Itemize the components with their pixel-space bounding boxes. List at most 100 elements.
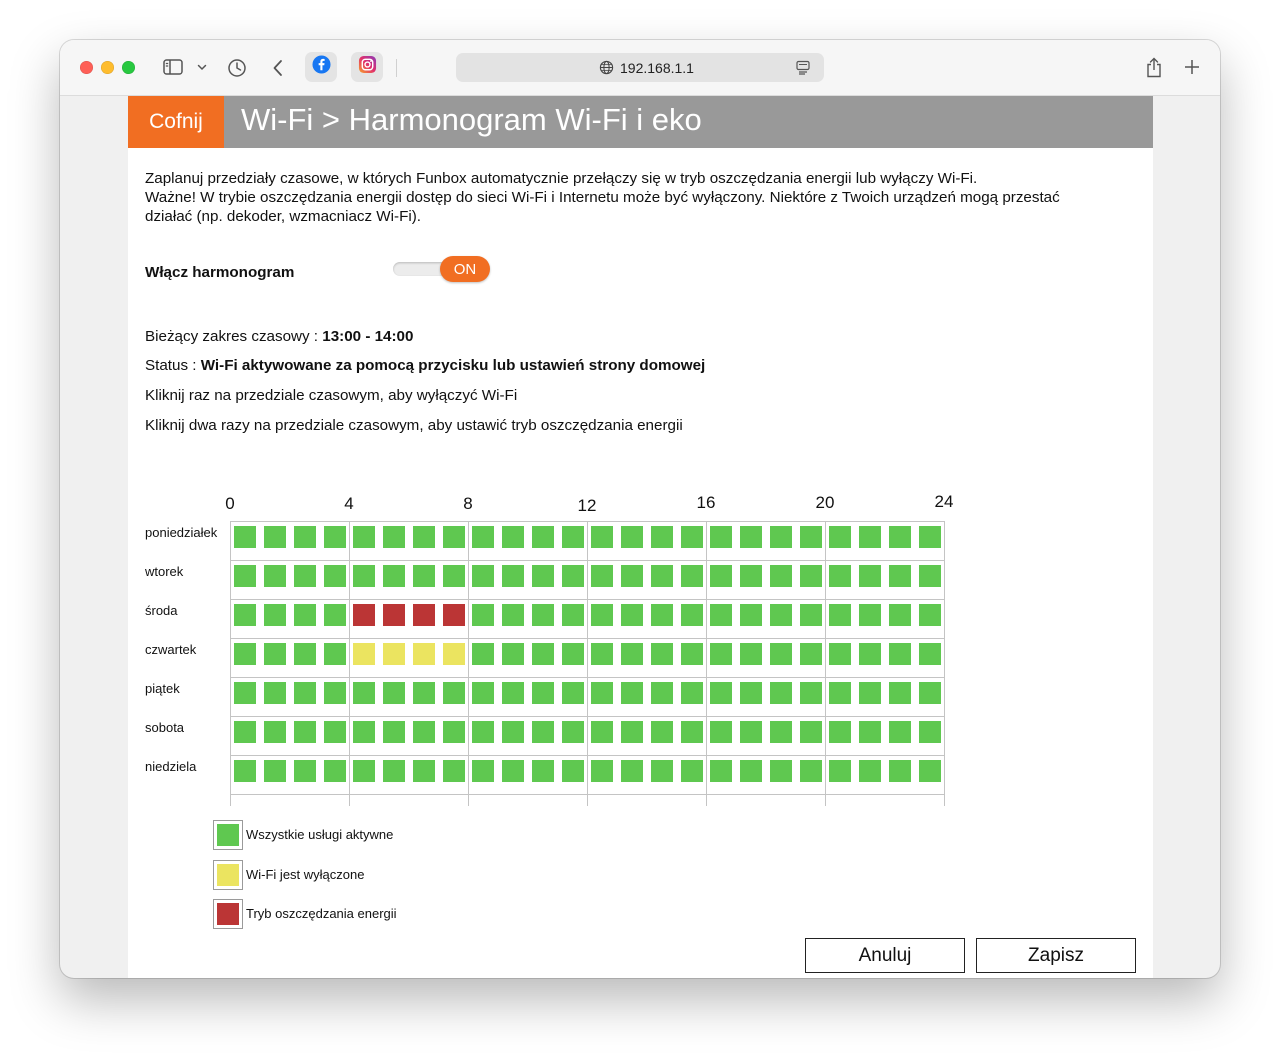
- time-slot[interactable]: [502, 721, 525, 743]
- time-slot[interactable]: [769, 604, 792, 626]
- time-slot[interactable]: [323, 682, 346, 704]
- time-slot[interactable]: [769, 565, 792, 587]
- time-slot[interactable]: [680, 643, 703, 665]
- address-bar[interactable]: 192.168.1.1: [456, 53, 824, 82]
- time-slot[interactable]: [264, 643, 287, 665]
- time-slot[interactable]: [353, 526, 376, 548]
- time-slot[interactable]: [323, 643, 346, 665]
- time-slot[interactable]: [621, 526, 644, 548]
- time-slot[interactable]: [591, 721, 614, 743]
- time-slot[interactable]: [591, 565, 614, 587]
- time-slot[interactable]: [442, 721, 465, 743]
- time-slot[interactable]: [353, 721, 376, 743]
- close-window-button[interactable]: [80, 61, 93, 74]
- time-slot[interactable]: [829, 721, 852, 743]
- time-slot[interactable]: [531, 526, 554, 548]
- time-slot[interactable]: [799, 721, 822, 743]
- time-slot[interactable]: [680, 760, 703, 782]
- time-slot[interactable]: [561, 760, 584, 782]
- minimize-window-button[interactable]: [101, 61, 114, 74]
- time-slot[interactable]: [680, 526, 703, 548]
- time-slot[interactable]: [472, 643, 495, 665]
- time-slot[interactable]: [442, 604, 465, 626]
- time-slot[interactable]: [918, 760, 941, 782]
- instagram-favorite[interactable]: [351, 52, 383, 82]
- time-slot[interactable]: [769, 721, 792, 743]
- time-slot[interactable]: [710, 682, 733, 704]
- time-slot[interactable]: [829, 604, 852, 626]
- time-slot[interactable]: [710, 643, 733, 665]
- schedule-toggle[interactable]: ON: [393, 256, 491, 282]
- time-slot[interactable]: [264, 604, 287, 626]
- time-slot[interactable]: [234, 604, 257, 626]
- time-slot[interactable]: [888, 643, 911, 665]
- time-slot[interactable]: [829, 643, 852, 665]
- time-slot[interactable]: [680, 604, 703, 626]
- time-slot[interactable]: [888, 604, 911, 626]
- time-slot[interactable]: [561, 643, 584, 665]
- time-slot[interactable]: [710, 760, 733, 782]
- time-slot[interactable]: [859, 565, 882, 587]
- time-slot[interactable]: [502, 604, 525, 626]
- time-slot[interactable]: [799, 604, 822, 626]
- time-slot[interactable]: [769, 526, 792, 548]
- time-slot[interactable]: [740, 643, 763, 665]
- time-slot[interactable]: [799, 643, 822, 665]
- facebook-favorite[interactable]: [305, 52, 337, 82]
- time-slot[interactable]: [412, 526, 435, 548]
- time-slot[interactable]: [740, 682, 763, 704]
- time-slot[interactable]: [353, 682, 376, 704]
- time-slot[interactable]: [740, 526, 763, 548]
- time-slot[interactable]: [710, 526, 733, 548]
- time-slot[interactable]: [293, 643, 316, 665]
- time-slot[interactable]: [502, 526, 525, 548]
- reader-icon[interactable]: [796, 60, 810, 80]
- time-slot[interactable]: [383, 682, 406, 704]
- time-slot[interactable]: [859, 604, 882, 626]
- time-slot[interactable]: [412, 643, 435, 665]
- time-slot[interactable]: [918, 604, 941, 626]
- time-slot[interactable]: [710, 565, 733, 587]
- time-slot[interactable]: [591, 760, 614, 782]
- time-slot[interactable]: [472, 760, 495, 782]
- time-slot[interactable]: [293, 526, 316, 548]
- time-slot[interactable]: [650, 604, 673, 626]
- time-slot[interactable]: [799, 682, 822, 704]
- time-slot[interactable]: [293, 721, 316, 743]
- time-slot[interactable]: [293, 682, 316, 704]
- time-slot[interactable]: [888, 565, 911, 587]
- time-slot[interactable]: [383, 643, 406, 665]
- time-slot[interactable]: [531, 682, 554, 704]
- time-slot[interactable]: [888, 526, 911, 548]
- time-slot[interactable]: [531, 760, 554, 782]
- time-slot[interactable]: [412, 721, 435, 743]
- time-slot[interactable]: [829, 565, 852, 587]
- time-slot[interactable]: [650, 760, 673, 782]
- time-slot[interactable]: [323, 565, 346, 587]
- time-slot[interactable]: [531, 643, 554, 665]
- time-slot[interactable]: [442, 643, 465, 665]
- time-slot[interactable]: [591, 526, 614, 548]
- time-slot[interactable]: [799, 526, 822, 548]
- time-slot[interactable]: [412, 565, 435, 587]
- time-slot[interactable]: [383, 721, 406, 743]
- cancel-button[interactable]: Anuluj: [805, 938, 965, 973]
- time-slot[interactable]: [888, 760, 911, 782]
- time-slot[interactable]: [293, 760, 316, 782]
- save-button[interactable]: Zapisz: [976, 938, 1136, 973]
- time-slot[interactable]: [264, 760, 287, 782]
- time-slot[interactable]: [918, 565, 941, 587]
- time-slot[interactable]: [591, 604, 614, 626]
- time-slot[interactable]: [769, 682, 792, 704]
- time-slot[interactable]: [769, 760, 792, 782]
- time-slot[interactable]: [383, 604, 406, 626]
- time-slot[interactable]: [650, 721, 673, 743]
- time-slot[interactable]: [621, 760, 644, 782]
- time-slot[interactable]: [264, 721, 287, 743]
- time-slot[interactable]: [561, 682, 584, 704]
- time-slot[interactable]: [442, 565, 465, 587]
- back-button[interactable]: Cofnij: [128, 96, 224, 148]
- time-slot[interactable]: [859, 721, 882, 743]
- time-slot[interactable]: [353, 604, 376, 626]
- time-slot[interactable]: [353, 760, 376, 782]
